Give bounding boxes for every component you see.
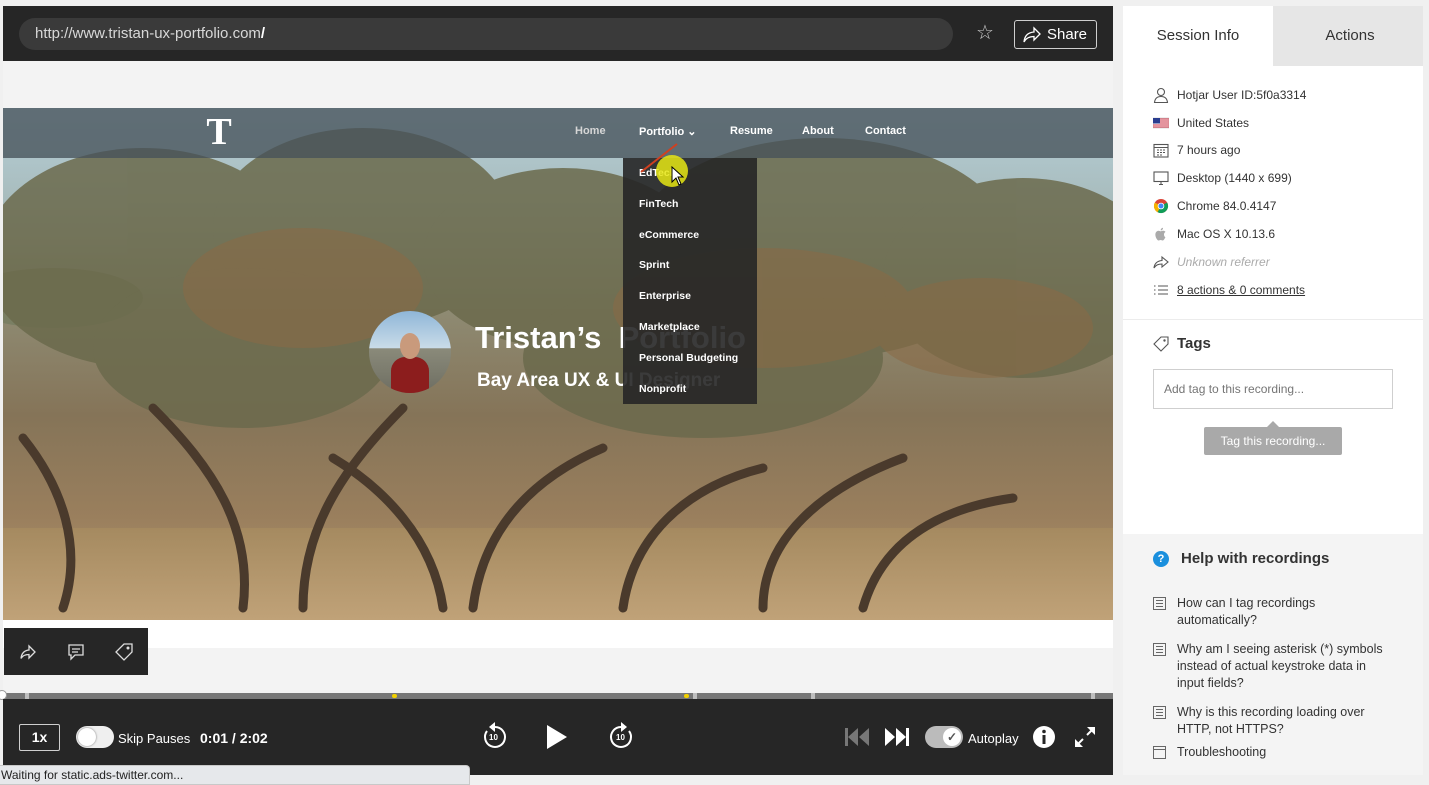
portfolio-dropdown: EdTech FinTech eCommerce Sprint Enterpri… bbox=[623, 158, 757, 404]
url-display: http://www.tristan-ux-portfolio.com/ bbox=[19, 18, 953, 50]
os-text: Mac OS X 10.13.6 bbox=[1177, 227, 1276, 241]
recorded-website: T Home Portfolio ⌄ Resume About Contact … bbox=[3, 108, 1113, 620]
referrer-icon bbox=[1153, 255, 1169, 269]
comment-icon[interactable] bbox=[66, 642, 86, 662]
time-ago-text: 7 hours ago bbox=[1177, 143, 1241, 157]
star-icon[interactable]: ☆ bbox=[973, 21, 997, 45]
dropdown-item-personal-budgeting[interactable]: Personal Budgeting bbox=[639, 352, 738, 364]
site-navbar: T Home Portfolio ⌄ Resume About Contact bbox=[3, 108, 1113, 158]
chrome-icon bbox=[1153, 199, 1169, 214]
chevron-down-icon: ⌄ bbox=[687, 126, 697, 138]
help-link-text: Troubleshooting bbox=[1177, 745, 1267, 759]
dropdown-item-ecommerce[interactable]: eCommerce bbox=[639, 229, 699, 241]
browser-text: Chrome 84.0.4147 bbox=[1177, 199, 1277, 213]
country-text: United States bbox=[1177, 116, 1250, 130]
help-title: Help with recordings bbox=[1181, 550, 1330, 567]
profile-avatar bbox=[369, 311, 451, 393]
tab-session-info[interactable]: Session Info bbox=[1123, 6, 1273, 66]
share-icon bbox=[1023, 26, 1041, 43]
info-icon[interactable] bbox=[1032, 725, 1056, 749]
player-controls: 1x Skip Pauses 0:01 / 2:02 10 10 Autopla… bbox=[3, 699, 1113, 775]
nav-contact[interactable]: Contact bbox=[865, 125, 906, 137]
playback-time: 0:01 / 2:02 bbox=[200, 730, 268, 746]
dropdown-item-enterprise[interactable]: Enterprise bbox=[639, 290, 691, 302]
forward-10-button[interactable]: 10 bbox=[607, 719, 635, 756]
next-recording-icon[interactable] bbox=[884, 727, 910, 747]
rewind-10-button[interactable]: 10 bbox=[481, 719, 509, 756]
autoplay-toggle[interactable] bbox=[925, 726, 963, 748]
device-text: Desktop (1440 x 699) bbox=[1177, 171, 1292, 185]
nav-portfolio[interactable]: Portfolio ⌄ bbox=[639, 125, 697, 138]
sidebar-tabs: Session Info Actions bbox=[1123, 6, 1423, 66]
help-section: ? Help with recordings How can I tag rec… bbox=[1123, 534, 1423, 775]
tag-input[interactable] bbox=[1153, 369, 1393, 409]
forward-seconds-label: 10 bbox=[616, 733, 625, 742]
site-logo[interactable]: T bbox=[201, 112, 237, 152]
browser-status-bar: Waiting for static.ads-twitter.com... bbox=[0, 765, 470, 785]
help-link-troubleshooting[interactable]: Troubleshooting bbox=[1153, 744, 1393, 761]
tab-actions[interactable]: Actions bbox=[1275, 6, 1425, 66]
calendar-icon bbox=[1153, 143, 1169, 158]
mouse-cursor-icon bbox=[671, 166, 685, 186]
tag-icon bbox=[1153, 336, 1169, 352]
avatar-head bbox=[400, 333, 420, 359]
url-suffix: / bbox=[260, 25, 266, 42]
apple-icon bbox=[1155, 227, 1166, 241]
dropdown-item-fintech[interactable]: FinTech bbox=[639, 198, 678, 210]
avatar-body bbox=[391, 357, 429, 393]
skip-pauses-label: Skip Pauses bbox=[118, 731, 191, 746]
skip-pauses-toggle[interactable] bbox=[76, 726, 114, 748]
site-footer bbox=[3, 620, 1113, 648]
book-icon bbox=[1153, 746, 1166, 759]
sidebar-divider bbox=[1123, 319, 1423, 320]
referrer-text: Unknown referrer bbox=[1177, 255, 1270, 269]
desktop-icon bbox=[1153, 171, 1169, 186]
user-icon bbox=[1153, 87, 1169, 103]
rewind-seconds-label: 10 bbox=[489, 733, 498, 742]
share-button[interactable]: Share bbox=[1014, 20, 1097, 49]
help-link-tag-automatically[interactable]: How can I tag recordings automatically? bbox=[1153, 595, 1393, 629]
nav-portfolio-label: Portfolio bbox=[639, 126, 685, 138]
actions-link[interactable]: 8 actions & 0 comments bbox=[1177, 280, 1305, 300]
session-sidebar: Session Info Actions Hotjar User ID:5f0a… bbox=[1123, 6, 1423, 775]
tag-icon[interactable] bbox=[114, 642, 134, 662]
tags-title: Tags bbox=[1177, 335, 1211, 352]
nav-home[interactable]: Home bbox=[575, 125, 606, 137]
speed-button[interactable]: 1x bbox=[19, 724, 60, 751]
play-icon[interactable] bbox=[545, 723, 569, 751]
trees-illustration bbox=[3, 128, 1113, 613]
dropdown-item-nonprofit[interactable]: Nonprofit bbox=[639, 383, 686, 395]
question-icon: ? bbox=[1153, 551, 1169, 567]
help-link-text: Why am I seeing asterisk (*) symbols ins… bbox=[1177, 642, 1383, 690]
share-icon[interactable] bbox=[18, 642, 38, 662]
article-icon bbox=[1153, 597, 1166, 610]
url-bar: http://www.tristan-ux-portfolio.com/ ☆ S… bbox=[3, 6, 1113, 61]
dropdown-item-sprint[interactable]: Sprint bbox=[639, 259, 669, 271]
help-link-http[interactable]: Why is this recording loading over HTTP,… bbox=[1153, 704, 1393, 738]
nav-about[interactable]: About bbox=[802, 125, 834, 137]
tag-tooltip: Tag this recording... bbox=[1204, 421, 1342, 455]
recording-player: http://www.tristan-ux-portfolio.com/ ☆ S… bbox=[0, 6, 1113, 775]
share-label: Share bbox=[1047, 26, 1088, 43]
user-id-text: Hotjar User ID:5f0a3314 bbox=[1177, 88, 1307, 102]
fullscreen-icon[interactable] bbox=[1073, 725, 1097, 749]
autoplay-label: Autoplay bbox=[968, 731, 1019, 746]
list-icon bbox=[1154, 285, 1168, 295]
previous-recording-icon[interactable] bbox=[844, 727, 870, 747]
help-link-text: Why is this recording loading over HTTP,… bbox=[1177, 705, 1365, 736]
article-icon bbox=[1153, 706, 1166, 719]
help-link-text: How can I tag recordings automatically? bbox=[1177, 596, 1316, 627]
url-base: http://www.tristan-ux-portfolio.com bbox=[35, 25, 261, 42]
article-icon bbox=[1153, 643, 1166, 656]
us-flag-icon bbox=[1153, 117, 1169, 129]
timeline-event-marker[interactable] bbox=[684, 694, 689, 698]
timeline-event-marker[interactable] bbox=[392, 694, 397, 698]
recording-tools-panel bbox=[4, 628, 148, 675]
nav-resume[interactable]: Resume bbox=[730, 125, 773, 137]
help-link-asterisk-symbols[interactable]: Why am I seeing asterisk (*) symbols ins… bbox=[1153, 641, 1393, 692]
dropdown-item-marketplace[interactable]: Marketplace bbox=[639, 321, 700, 333]
